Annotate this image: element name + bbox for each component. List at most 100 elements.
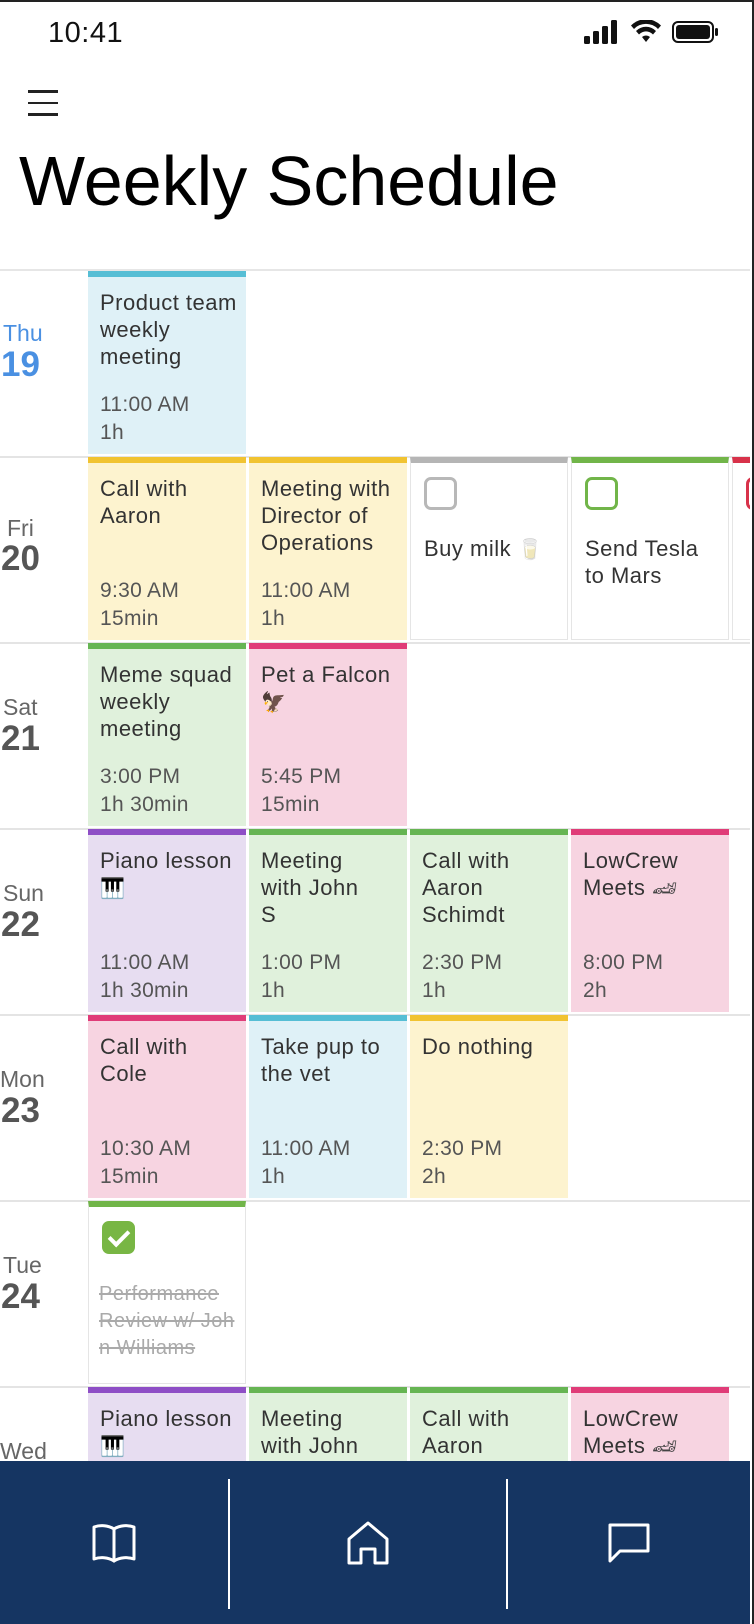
- event-duration: 1h: [261, 1165, 285, 1188]
- day-name: Mon: [0, 1066, 45, 1092]
- battery-icon: [672, 21, 718, 43]
- bottom-nav: [0, 1461, 750, 1624]
- event-duration: 15min: [100, 1165, 159, 1188]
- todo-title-row: Buy milk 🥛: [424, 535, 561, 563]
- event-time: 2:30 PM: [422, 951, 503, 974]
- event-title: Call with Cole: [100, 1034, 188, 1086]
- event-title: Meeting with John S: [261, 848, 359, 927]
- todo-title: Performance Review w/ John Williams: [99, 1283, 235, 1359]
- event-title-row: Piano lesson 🎹: [100, 1405, 240, 1460]
- event-time: 11:00 AM: [261, 1137, 351, 1160]
- day-number: 21: [1, 719, 40, 758]
- nav-chat-button[interactable]: [508, 1461, 750, 1624]
- day-label: Thu 19: [0, 271, 86, 456]
- event-card[interactable]: Pet a Falcon 🦅 5:45 PM 15min: [249, 643, 407, 826]
- event-title: Call with Aaron Schimdt: [422, 1406, 510, 1463]
- event-time: 8:00 PM: [583, 951, 664, 974]
- schedule-grid[interactable]: Thu 19 Product team weekly meeting 11:00…: [0, 269, 750, 1463]
- home-icon: [347, 1521, 389, 1564]
- wifi-icon: [631, 20, 661, 42]
- event-title: Call with Aaron Schimdt: [422, 848, 510, 927]
- event-title-row: Pet a Falcon 🦅: [261, 661, 401, 716]
- event-card[interactable]: Meeting with Director of Operations 11:0…: [249, 457, 407, 640]
- day-label: Tue 24: [0, 1201, 86, 1386]
- event-card[interactable]: Call with Aaron Schimdt 2:30 PM 1h: [410, 829, 568, 1012]
- event-card[interactable]: LowCrew Meets 🏎: [571, 1387, 729, 1463]
- event-title-row: LowCrew Meets 🏎: [583, 1405, 723, 1460]
- event-time: 2:30 PM: [422, 1137, 503, 1160]
- day-number: 19: [1, 345, 40, 384]
- day-number: 20: [1, 539, 40, 578]
- piano-icon: 🎹: [100, 1434, 126, 1458]
- event-card[interactable]: Product team weekly meeting 11:00 AM 1h: [88, 271, 246, 454]
- event-title: Meme squad weekly meeting: [100, 662, 233, 741]
- day-label: Wed 25: [0, 1387, 86, 1463]
- todo-card[interactable]: Send Tesla to Mars: [571, 457, 729, 640]
- event-card[interactable]: LowCrew Meets 🏎 8:00 PM 2h: [571, 829, 729, 1012]
- piano-icon: 🎹: [100, 876, 126, 900]
- event-title-row: LowCrew Meets 🏎: [583, 847, 723, 902]
- event-duration: 15min: [261, 793, 320, 816]
- event-duration: 15min: [100, 607, 159, 630]
- event-duration: 2h: [583, 979, 607, 1002]
- event-time: 3:00 PM: [100, 765, 181, 788]
- event-card[interactable]: Call with Cole 10:30 AM 15min: [88, 1015, 246, 1198]
- chat-icon: [608, 1523, 650, 1562]
- todo-card-partial[interactable]: [732, 457, 750, 640]
- event-card[interactable]: Take pup to the vet 11:00 AM 1h: [249, 1015, 407, 1198]
- day-label: Sat 21: [0, 643, 86, 828]
- event-duration: 1h 30min: [100, 979, 189, 1002]
- day-number: 23: [1, 1091, 40, 1130]
- nav-book-button[interactable]: [0, 1461, 228, 1624]
- event-card[interactable]: Piano lesson 🎹: [88, 1387, 246, 1463]
- todo-checkbox[interactable]: [424, 477, 457, 510]
- day-name: Tue: [3, 1252, 42, 1278]
- day-row-tue: Tue 24 Performance Review w/ John Willia…: [0, 1201, 750, 1388]
- todo-checkbox[interactable]: [746, 477, 750, 510]
- todo-card-completed[interactable]: Performance Review w/ John Williams: [88, 1201, 246, 1384]
- event-time: 10:30 AM: [100, 1137, 192, 1160]
- event-time: 11:00 AM: [261, 579, 351, 602]
- day-label: Fri 20: [0, 457, 86, 642]
- hamburger-icon[interactable]: [28, 90, 60, 118]
- event-title: Pet a Falcon: [261, 662, 391, 687]
- event-time: 5:45 PM: [261, 765, 342, 788]
- day-row-fri: Fri 20 Call with Aaron 9:30 AM 15min Mee…: [0, 457, 750, 644]
- event-time: 9:30 AM: [100, 579, 180, 602]
- status-time: 10:41: [48, 17, 124, 49]
- event-duration: 1h: [261, 607, 285, 630]
- status-bar: 10:41: [0, 0, 750, 70]
- event-time: 11:00 AM: [100, 951, 190, 974]
- day-row-mon: Mon 23 Call with Cole 10:30 AM 15min Tak…: [0, 1015, 750, 1202]
- nav-home-button[interactable]: [230, 1461, 506, 1624]
- todo-checkbox-checked[interactable]: [102, 1221, 135, 1254]
- event-card[interactable]: Piano lesson 🎹 11:00 AM 1h 30min: [88, 829, 246, 1012]
- event-time: 11:00 AM: [100, 393, 190, 416]
- book-icon: [92, 1523, 136, 1562]
- page-title: Weekly Schedule: [19, 142, 559, 220]
- event-title: Piano lesson: [100, 1406, 232, 1431]
- status-icons: [584, 20, 720, 44]
- day-label: Sun 22: [0, 829, 86, 1014]
- event-card[interactable]: Meme squad weekly meeting 3:00 PM 1h 30m…: [88, 643, 246, 826]
- event-card[interactable]: Meeting with John S: [249, 1387, 407, 1463]
- day-name: Fri: [7, 515, 34, 541]
- todo-card[interactable]: Buy milk 🥛: [410, 457, 568, 640]
- event-card[interactable]: Do nothing 2:30 PM 2h: [410, 1015, 568, 1198]
- event-card[interactable]: Call with Aaron 9:30 AM 15min: [88, 457, 246, 640]
- milk-glass-icon: 🥛: [517, 537, 544, 561]
- event-duration: 1h 30min: [100, 793, 189, 816]
- event-card[interactable]: Call with Aaron Schimdt: [410, 1387, 568, 1463]
- day-number: 22: [1, 905, 40, 944]
- event-duration: 1h: [100, 421, 124, 444]
- day-row-sun: Sun 22 Piano lesson 🎹 11:00 AM 1h 30min …: [0, 829, 750, 1016]
- event-title: Product team weekly meeting: [100, 290, 237, 369]
- cellular-signal-icon: [584, 20, 617, 44]
- event-title-row: Piano lesson 🎹: [100, 847, 240, 902]
- todo-title: Buy milk: [424, 536, 512, 561]
- todo-checkbox[interactable]: [585, 477, 618, 510]
- event-duration: 2h: [422, 1165, 446, 1188]
- day-name: Wed: [0, 1438, 47, 1463]
- event-title: Meeting with Director of Operations: [261, 476, 391, 555]
- event-card[interactable]: Meeting with John S 1:00 PM 1h: [249, 829, 407, 1012]
